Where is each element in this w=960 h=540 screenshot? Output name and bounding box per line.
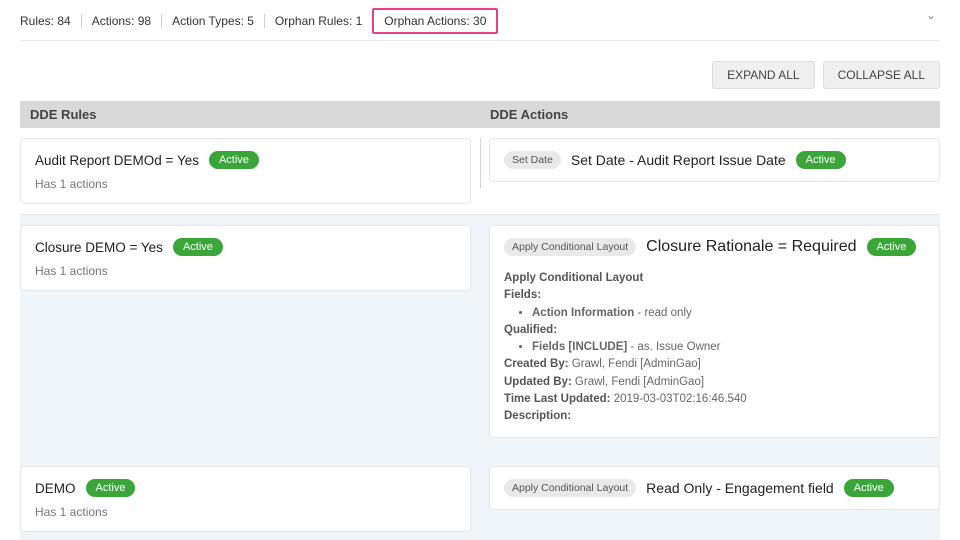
detail-updated-by: Updated By: Grawl, Fendi [AdminGao] — [504, 374, 925, 391]
collapse-all-button[interactable]: COLLAPSE ALL — [823, 61, 940, 89]
action-name: Set Date - Audit Report Issue Date — [571, 152, 786, 168]
top-controls: EXPAND ALL COLLAPSE ALL — [20, 41, 940, 101]
action-card[interactable]: Set Date Set Date - Audit Report Issue D… — [489, 138, 940, 182]
rule-action-row: Audit Report DEMOd = Yes Active Has 1 ac… — [20, 128, 940, 215]
rule-name: Closure DEMO = Yes — [35, 240, 163, 255]
expand-all-button[interactable]: EXPAND ALL — [712, 61, 814, 89]
rule-column: Closure DEMO = Yes Active Has 1 actions — [20, 215, 471, 438]
rule-name: DEMO — [35, 481, 76, 496]
action-card[interactable]: Apply Conditional Layout Read Only - Eng… — [489, 466, 940, 510]
status-badge: Active — [796, 151, 846, 169]
detail-type-title: Apply Conditional Layout — [504, 270, 925, 287]
status-badge: Active — [844, 479, 894, 497]
stat-rules: Rules: 84 — [20, 14, 82, 28]
columns-header: DDE Rules DDE Actions — [20, 101, 940, 128]
status-badge: Active — [867, 238, 917, 256]
rule-card[interactable]: Closure DEMO = Yes Active Has 1 actions — [20, 225, 471, 291]
action-name: Read Only - Engagement field — [646, 480, 834, 496]
detail-description: Description: — [504, 408, 925, 425]
rule-card[interactable]: Audit Report DEMOd = Yes Active Has 1 ac… — [20, 138, 471, 204]
status-badge: Active — [173, 238, 223, 256]
rules-column-header: DDE Rules — [20, 101, 480, 128]
rule-column: Audit Report DEMOd = Yes Active Has 1 ac… — [20, 128, 471, 204]
action-card[interactable]: Apply Conditional Layout Closure Rationa… — [489, 225, 940, 438]
body-area: Closure DEMO = Yes Active Has 1 actions … — [20, 215, 940, 540]
rule-subtext: Has 1 actions — [35, 177, 456, 191]
rule-action-row: DEMO Active Has 1 actions Apply Conditio… — [20, 456, 940, 532]
action-type-badge: Apply Conditional Layout — [504, 479, 636, 497]
rule-name: Audit Report DEMOd = Yes — [35, 153, 199, 168]
status-badge: Active — [86, 479, 136, 497]
detail-qualified-item: Fields [INCLUDE] - as. Issue Owner — [532, 339, 925, 356]
action-details: Apply Conditional Layout Fields: Action … — [504, 270, 925, 425]
stat-orphan-actions: Orphan Actions: 30 — [372, 8, 498, 34]
detail-fields-label: Fields: — [504, 287, 925, 304]
rule-column: DEMO Active Has 1 actions — [20, 456, 471, 532]
rule-subtext: Has 1 actions — [35, 505, 456, 519]
stats-bar: Rules: 84 Actions: 98 Action Types: 5 Or… — [20, 0, 940, 41]
action-column: Apply Conditional Layout Read Only - Eng… — [489, 456, 940, 532]
action-type-badge: Set Date — [504, 151, 561, 169]
rule-card[interactable]: DEMO Active Has 1 actions — [20, 466, 471, 532]
actions-column-header: DDE Actions — [480, 101, 940, 128]
action-column: Apply Conditional Layout Closure Rationa… — [489, 215, 940, 438]
rule-action-row: Closure DEMO = Yes Active Has 1 actions … — [20, 215, 940, 438]
row-divider — [480, 138, 481, 188]
status-badge: Active — [209, 151, 259, 169]
detail-field-item: Action Information - read only — [532, 305, 925, 322]
detail-time-updated: Time Last Updated: 2019-03-03T02:16:46.5… — [504, 391, 925, 408]
stat-actions: Actions: 98 — [82, 14, 162, 28]
chevron-down-icon[interactable]: ⌄ — [926, 8, 936, 22]
stat-orphan-rules: Orphan Rules: 1 — [265, 14, 373, 28]
action-name: Closure Rationale = Required — [646, 238, 856, 256]
detail-created-by: Created By: Grawl, Fendi [AdminGao] — [504, 356, 925, 373]
stat-action-types: Action Types: 5 — [162, 14, 265, 28]
page-root: Rules: 84 Actions: 98 Action Types: 5 Or… — [0, 0, 960, 540]
rule-subtext: Has 1 actions — [35, 264, 456, 278]
action-type-badge: Apply Conditional Layout — [504, 238, 636, 256]
detail-qualified-label: Qualified: — [504, 322, 925, 339]
action-column: Set Date Set Date - Audit Report Issue D… — [489, 128, 940, 204]
